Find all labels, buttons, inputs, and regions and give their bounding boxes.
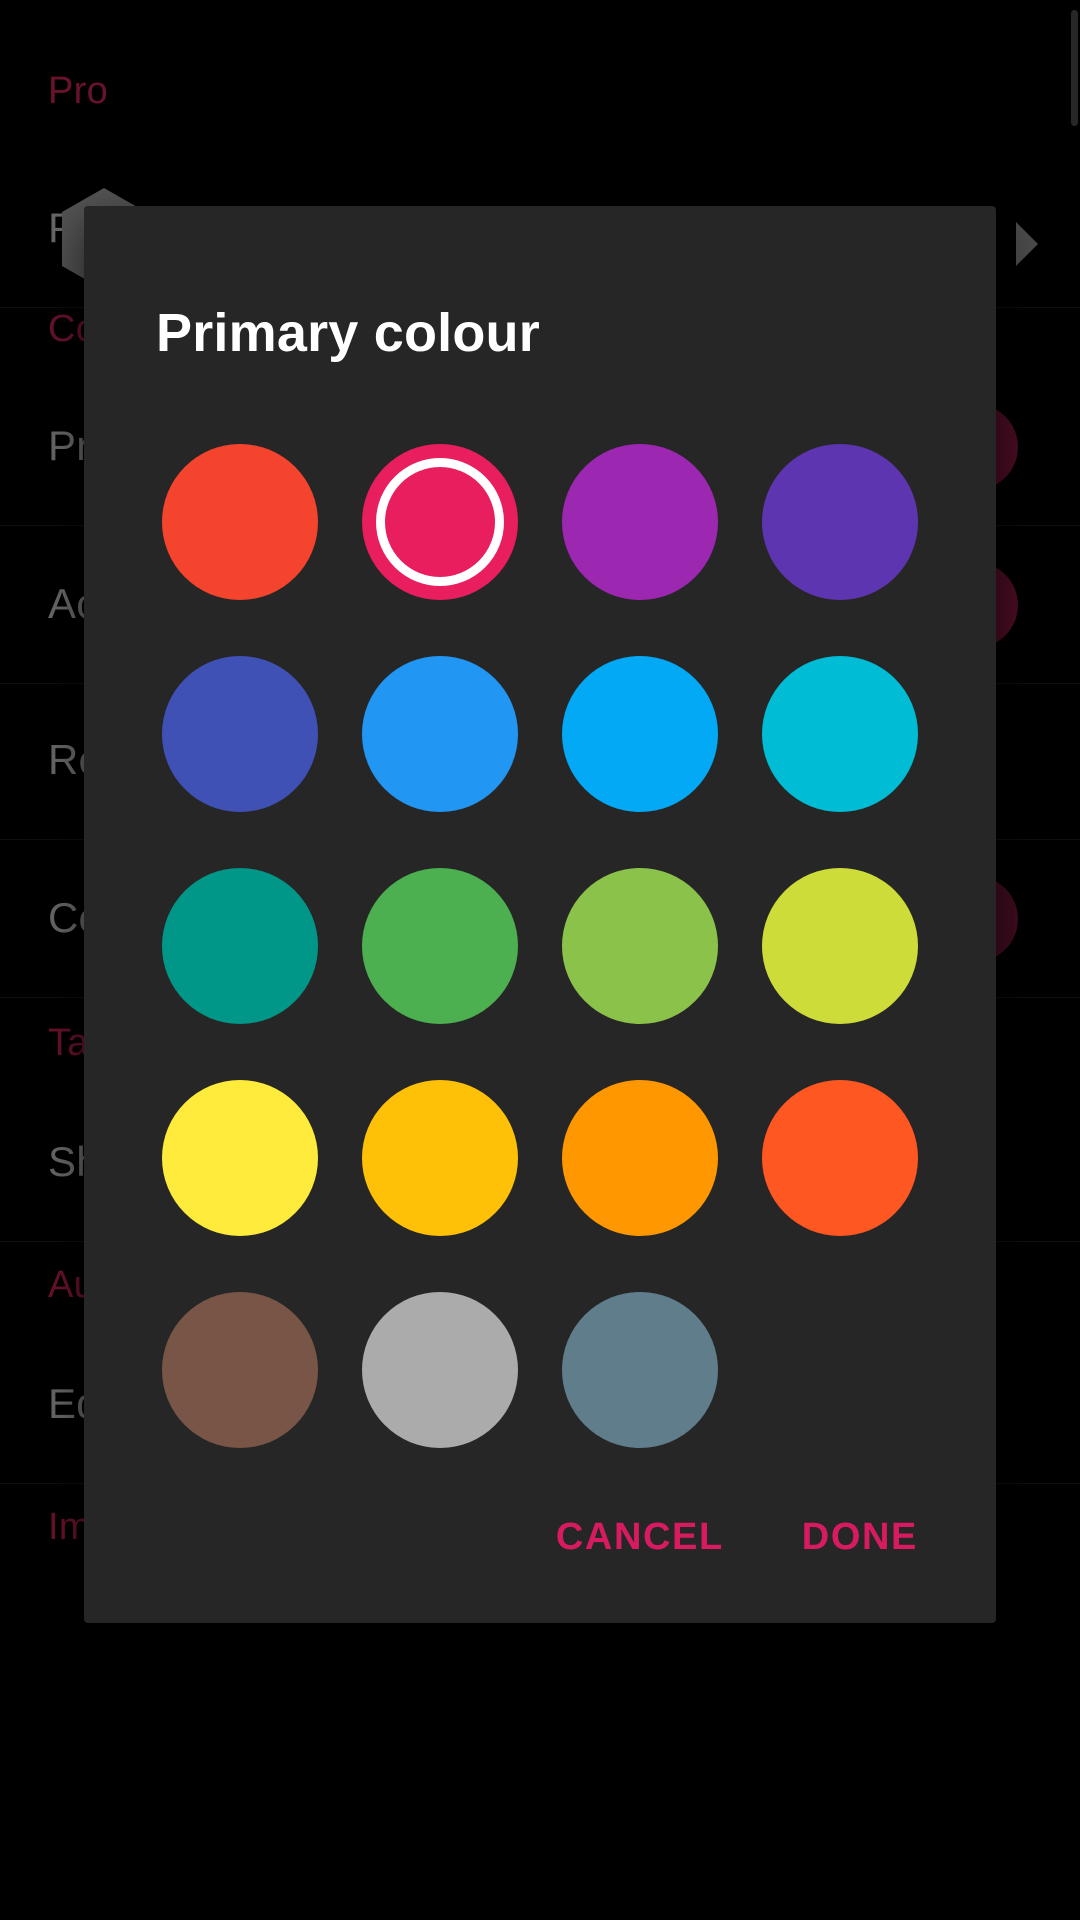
dialog-title: Primary colour	[156, 303, 540, 363]
colour-swatch-indigo[interactable]	[140, 642, 340, 826]
swatch-dot	[362, 1080, 518, 1236]
colour-swatch-lime[interactable]	[740, 854, 940, 1038]
colour-swatch-deep-orange[interactable]	[740, 1066, 940, 1250]
swatch-dot	[562, 444, 718, 600]
colour-swatch-light-green[interactable]	[540, 854, 740, 1038]
swatch-dot	[162, 868, 318, 1024]
colour-swatch-orange[interactable]	[540, 1066, 740, 1250]
colour-swatch-grey[interactable]	[340, 1278, 540, 1462]
colour-swatch-grid	[84, 364, 996, 1462]
colour-swatch-light-blue[interactable]	[540, 642, 740, 826]
swatch-dot	[162, 444, 318, 600]
swatch-dot	[562, 1080, 718, 1236]
swatch-dot	[362, 1292, 518, 1448]
colour-swatch-purple[interactable]	[540, 430, 740, 614]
colour-swatch-blue-grey[interactable]	[540, 1278, 740, 1462]
swatch-dot	[162, 1292, 318, 1448]
swatch-dot	[162, 656, 318, 812]
swatch-dot	[762, 868, 918, 1024]
swatch-dot	[362, 656, 518, 812]
swatch-dot	[762, 1080, 918, 1236]
swatch-dot	[362, 868, 518, 1024]
swatch-dot	[162, 1080, 318, 1236]
colour-swatch-pink[interactable]	[340, 430, 540, 614]
swatch-dot	[362, 444, 518, 600]
colour-swatch-red[interactable]	[140, 430, 340, 614]
swatch-dot	[562, 1292, 718, 1448]
done-button[interactable]: DONE	[776, 1498, 944, 1577]
cancel-button[interactable]: CANCEL	[530, 1498, 750, 1577]
colour-swatch-deep-purple[interactable]	[740, 430, 940, 614]
dialog-action-bar: CANCEL DONE	[84, 1462, 996, 1623]
colour-swatch-cyan[interactable]	[740, 642, 940, 826]
primary-colour-dialog: Primary colour CANCEL DONE	[84, 206, 996, 1623]
colour-swatch-green[interactable]	[340, 854, 540, 1038]
colour-swatch-blue[interactable]	[340, 642, 540, 826]
swatch-dot	[562, 868, 718, 1024]
app-screen: ProPro versionColoursPrimary colourAccen…	[0, 0, 1080, 1920]
colour-swatch-teal[interactable]	[140, 854, 340, 1038]
swatch-dot	[762, 444, 918, 600]
colour-swatch-brown[interactable]	[140, 1278, 340, 1462]
colour-swatch-yellow[interactable]	[140, 1066, 340, 1250]
colour-swatch-amber[interactable]	[340, 1066, 540, 1250]
swatch-dot	[562, 656, 718, 812]
swatch-dot	[762, 656, 918, 812]
